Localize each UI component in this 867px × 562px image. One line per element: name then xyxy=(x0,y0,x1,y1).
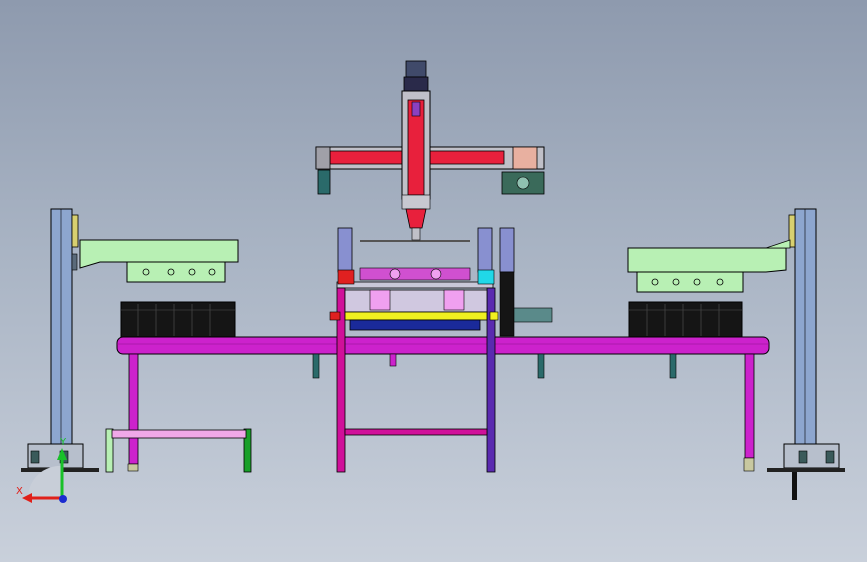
cad-viewport[interactable]: X Y xyxy=(0,0,867,562)
conveyor-legs xyxy=(127,353,755,472)
x-axis-label: X xyxy=(16,486,23,497)
z-axis-dot xyxy=(59,495,67,503)
right-stack-block xyxy=(628,301,743,339)
x-arrow-head xyxy=(22,493,32,503)
center-lift-frame xyxy=(329,281,499,473)
right-tray xyxy=(627,239,791,293)
y-axis-label: Y xyxy=(59,437,67,448)
gantry-vertical-axis xyxy=(401,60,431,241)
machine-drawing: X Y xyxy=(16,60,845,503)
conveyor-beam xyxy=(116,336,770,379)
left-tray xyxy=(79,239,239,283)
left-stack-block xyxy=(120,301,236,339)
